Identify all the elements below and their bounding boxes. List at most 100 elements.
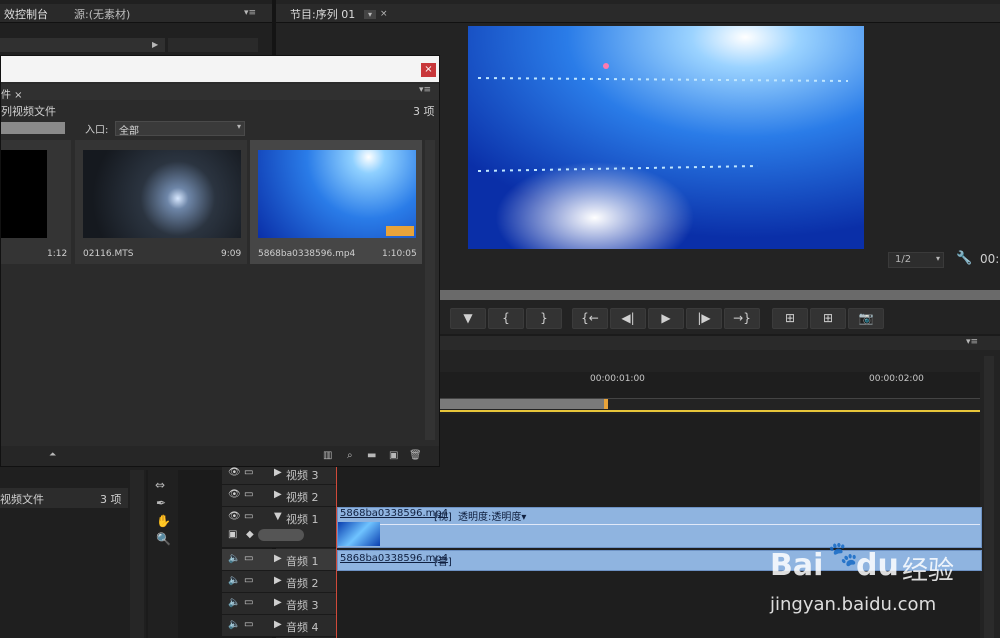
- panel-menu-icon[interactable]: ▾≡: [244, 8, 256, 18]
- find-icon[interactable]: ⌕: [347, 450, 353, 461]
- track-header-audio4[interactable]: 🔈 ▭ ▶ 音频 4: [222, 615, 336, 637]
- work-area-bar[interactable]: [436, 399, 606, 409]
- watermark-url: jingyan.baidu.com: [770, 594, 937, 615]
- lift-button[interactable]: ⊞: [772, 308, 808, 329]
- wrench-icon[interactable]: 🔧: [956, 251, 972, 266]
- lock-icon[interactable]: ▭: [244, 575, 253, 586]
- browser-tab-label[interactable]: 件 ×: [1, 86, 23, 101]
- playhead-marker[interactable]: [604, 399, 608, 409]
- play-button[interactable]: ▶: [648, 308, 684, 329]
- track-header-audio1[interactable]: 🔈 ▭ ▶ 音频 1: [222, 549, 336, 571]
- tab-program[interactable]: 节目:序列 01: [286, 7, 359, 22]
- track-header-video1[interactable]: 👁 ▭ ▼ 视频 1 ▣ ◆: [222, 507, 336, 548]
- expand-icon[interactable]: ▶: [274, 467, 282, 478]
- keyframe-icon[interactable]: ◆: [246, 529, 254, 540]
- entry-label: 入口:: [85, 125, 109, 136]
- expand-icon[interactable]: ▶: [274, 575, 282, 586]
- zoom-slider-icon[interactable]: ⏶: [49, 450, 56, 460]
- eye-icon[interactable]: 👁: [228, 467, 241, 478]
- video-clip[interactable]: 5868ba0338596.mp4 [视] 透明度:透明度▾: [337, 507, 982, 548]
- media-item[interactable]: 02116.MTS 9:09: [75, 140, 247, 264]
- track-header-audio3[interactable]: 🔈 ▭ ▶ 音频 3: [222, 593, 336, 615]
- go-to-in-button[interactable]: {←: [572, 308, 608, 329]
- panel-menu-icon[interactable]: ▾≡: [419, 85, 431, 95]
- watermark-brand2: du: [856, 548, 899, 583]
- extract-button[interactable]: ⊞: [810, 308, 846, 329]
- mark-out-button[interactable]: }: [526, 308, 562, 329]
- tab-source[interactable]: 源:(无素材): [70, 7, 134, 22]
- source-scrollbar[interactable]: [0, 38, 165, 52]
- project-list-scrollbar[interactable]: [130, 470, 144, 638]
- window-titlebar[interactable]: [1, 56, 439, 82]
- eye-icon[interactable]: 👁: [228, 511, 241, 522]
- track-header-audio2[interactable]: 🔈 ▭ ▶ 音频 2: [222, 571, 336, 593]
- program-scrub-bar[interactable]: [440, 290, 1000, 300]
- project-browser-window: × 件 × ▾≡ 列视频文件 3 项 入口: 全部 ▾ 1:12 02116.M…: [0, 55, 440, 467]
- speaker-icon[interactable]: 🔈: [228, 597, 240, 608]
- eye-icon[interactable]: 👁: [228, 489, 241, 500]
- browser-tabbar: [1, 84, 439, 100]
- source-right-pane: [168, 38, 258, 52]
- ruler-label: 00:00:01:00: [590, 374, 645, 384]
- opacity-dropdown[interactable]: 透明度:透明度▾: [458, 508, 526, 523]
- close-tab-icon[interactable]: ×: [380, 9, 388, 19]
- expand-icon[interactable]: ▶: [274, 553, 282, 564]
- step-forward-button[interactable]: |▶: [686, 308, 722, 329]
- list-view-icon[interactable]: ▥: [323, 450, 332, 461]
- speaker-icon[interactable]: 🔈: [228, 553, 240, 564]
- lock-icon[interactable]: ▭: [244, 619, 253, 630]
- browser-scrollbar[interactable]: [425, 140, 435, 440]
- delete-icon[interactable]: 🗑: [409, 450, 422, 461]
- timeline-menu-icon[interactable]: ▾≡: [966, 337, 978, 347]
- entry-select[interactable]: 全部 ▾: [115, 121, 245, 137]
- go-to-out-button[interactable]: →}: [724, 308, 760, 329]
- lock-icon[interactable]: ▭: [244, 489, 253, 500]
- lock-icon[interactable]: ▭: [244, 467, 253, 478]
- rate-stretch-icon[interactable]: ⇔: [155, 478, 165, 492]
- new-item-icon[interactable]: ▣: [389, 450, 398, 461]
- expand-icon[interactable]: ▶: [274, 489, 282, 500]
- expand-icon[interactable]: ▶: [274, 619, 282, 630]
- track-label: 音频 2: [286, 577, 319, 590]
- lock-icon[interactable]: ▭: [244, 511, 253, 522]
- media-item-selected[interactable]: 5868ba0338596.mp4 1:10:05: [250, 140, 422, 264]
- expand-icon[interactable]: ▶: [274, 597, 282, 608]
- program-timecode: 00:: [980, 252, 1000, 266]
- timeline-scrollbar[interactable]: [984, 356, 994, 638]
- track-label: 视频 2: [286, 491, 319, 504]
- close-icon[interactable]: ×: [421, 63, 436, 77]
- zoom-value: 1/2: [895, 254, 912, 265]
- dropdown-icon[interactable]: ▾: [364, 10, 376, 19]
- track-label: 音频 4: [286, 621, 319, 634]
- zoom-select[interactable]: 1/2 ▾: [888, 252, 944, 268]
- chevron-down-icon: ▾: [935, 254, 940, 263]
- pen-icon[interactable]: ✒: [156, 496, 166, 510]
- add-marker-button[interactable]: ▼: [450, 308, 486, 329]
- step-back-button[interactable]: ◀|: [610, 308, 646, 329]
- ruler-label: 00:00:02:00: [869, 374, 924, 384]
- mark-in-button[interactable]: {: [488, 308, 524, 329]
- tab-effect-controls[interactable]: 效控制台: [0, 7, 52, 22]
- program-video-frame: [468, 26, 864, 249]
- media-thumbnail: [1, 150, 47, 238]
- display-style-icon[interactable]: ▣: [228, 529, 237, 540]
- keyframe-nav[interactable]: [258, 529, 304, 541]
- media-thumbnail: [83, 150, 241, 238]
- chevron-down-icon: ▾: [236, 122, 241, 131]
- opacity-line[interactable]: [380, 524, 980, 525]
- entry-value: 全部: [119, 126, 139, 137]
- lock-icon[interactable]: ▭: [244, 553, 253, 564]
- media-item[interactable]: 1:12: [1, 140, 71, 264]
- export-frame-button[interactable]: 📷: [848, 308, 884, 329]
- media-name: 5868ba0338596.mp4: [258, 249, 356, 259]
- search-input[interactable]: [1, 122, 65, 134]
- zoom-icon[interactable]: 🔍: [156, 532, 171, 546]
- hand-icon[interactable]: ✋: [156, 514, 171, 528]
- track-header-video2[interactable]: 👁 ▭ ▶ 视频 2: [222, 485, 336, 507]
- new-bin-icon[interactable]: ▬: [367, 450, 376, 461]
- speaker-icon[interactable]: 🔈: [228, 575, 240, 586]
- project-list-label: 视频文件: [0, 493, 44, 506]
- speaker-icon[interactable]: 🔈: [228, 619, 240, 630]
- collapse-icon[interactable]: ▼: [274, 511, 282, 522]
- lock-icon[interactable]: ▭: [244, 597, 253, 608]
